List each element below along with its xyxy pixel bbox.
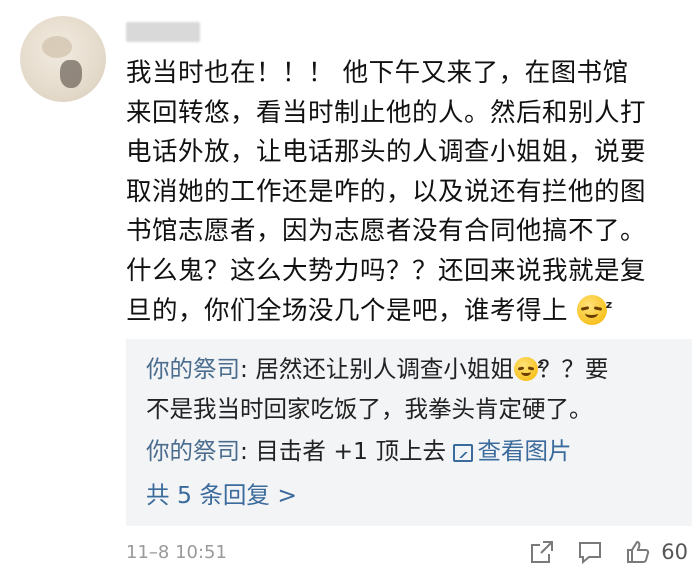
- image-icon: [453, 444, 474, 462]
- sleepy-face-emoji-icon: z: [576, 294, 612, 325]
- sleepy-face-emoji-icon: z: [513, 357, 544, 381]
- comment-line: 我当时也在！！！ 他下午又来了，在图书馆: [126, 58, 629, 88]
- comment-line: 书馆志愿者，因为志愿者没有合同他搞不了。: [126, 216, 647, 247]
- comment-line-text: 旦的，你们全场没几个是吧，谁考得上: [126, 295, 569, 326]
- comment-line: 什么鬼？这么大势力吗？？还回来说我就是复: [126, 255, 647, 286]
- view-image-label: 查看图片: [477, 437, 572, 465]
- comment-line: 取消她的工作还是咋的，以及说还有拦他的图: [126, 176, 647, 207]
- replies-panel: 你的祭司: 居然还让别人调查小姐姐 z ？？要 不是我当时回家吃饭了，我拳头肯定硬了…: [126, 339, 692, 526]
- comment-line: 来回转悠，看当时制止他的人。然后和别人打: [126, 97, 647, 128]
- comment-body: 我当时也在！！！ 他下午又来了，在图书馆 来回转悠，看当时制止他的人。然后和别人…: [126, 54, 686, 331]
- comment-last-line: 旦的，你们全场没几个是吧，谁考得上 z: [126, 292, 686, 332]
- reply-author-link[interactable]: 你的祭司: [146, 437, 240, 465]
- reply-item: 你的祭司: 目击者 +1 顶上去 查看图片: [146, 433, 571, 469]
- comment-actions: 60: [529, 536, 688, 568]
- reply-text: : 目击者 +1 顶上去: [240, 437, 454, 465]
- reply-text: 不是我当时回家吃饭了，我拳头肯定硬了。: [146, 395, 593, 423]
- reply-text: ？？要: [537, 355, 609, 383]
- comment-timestamp: 11–8 10:51: [126, 542, 227, 563]
- view-image-link[interactable]: 查看图片: [453, 437, 571, 465]
- avatar[interactable]: [20, 16, 106, 102]
- reply-author-link[interactable]: 你的祭司: [146, 355, 240, 383]
- comment-icon[interactable]: [577, 539, 603, 565]
- reply-text: : 居然还让别人调查小姐姐: [240, 355, 514, 383]
- like-icon[interactable]: [625, 539, 651, 565]
- more-replies-link[interactable]: 共 5 条回复 >: [146, 477, 297, 513]
- share-icon[interactable]: [529, 539, 555, 565]
- username[interactable]: ████: [126, 22, 200, 42]
- reply-item: 你的祭司: 居然还让别人调查小姐姐 z ？？要: [146, 351, 608, 387]
- reply-item-continued: 不是我当时回家吃饭了，我拳头肯定硬了。: [146, 391, 593, 427]
- like-count: 60: [661, 540, 688, 564]
- comment-line: 电话外放，让电话那头的人调查小姐姐，说要: [126, 137, 647, 168]
